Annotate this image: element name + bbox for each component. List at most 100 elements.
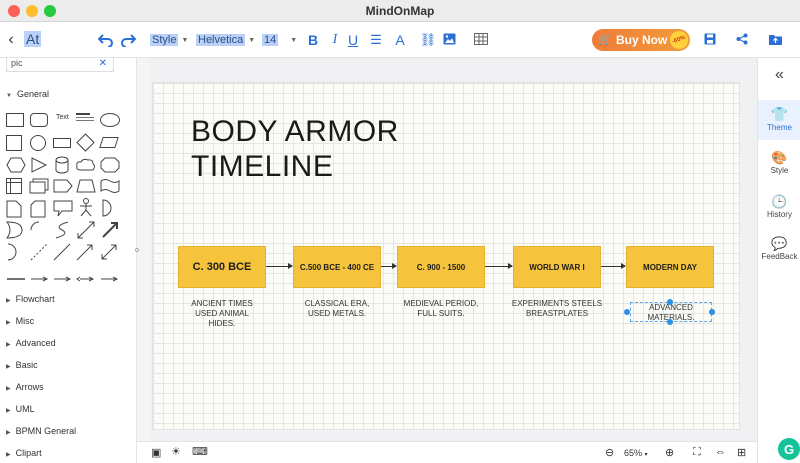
cloud-shape[interactable] [76, 158, 96, 177]
underline-icon[interactable]: U [346, 32, 360, 48]
rounded-rectangle-shape[interactable] [30, 113, 48, 127]
connector-line-2[interactable] [30, 269, 50, 287]
full-width-icon[interactable]: ⇔ [715, 446, 726, 458]
category-arrows[interactable]: ▶ Arrows [6, 382, 44, 392]
tab-feedback[interactable]: 💬 FeedBack [758, 236, 800, 270]
timeline-caption-2[interactable]: CLASSICAL ERA, USED METALS. [283, 299, 391, 319]
category-bpmn-general[interactable]: ▶ BPMN General [6, 426, 76, 436]
font-size-select[interactable]: 14 ▼ [262, 31, 297, 49]
redo-icon[interactable] [120, 31, 136, 49]
arc-shape[interactable] [30, 221, 48, 244]
hexagon-shape[interactable] [6, 157, 26, 178]
save-icon[interactable] [703, 32, 717, 46]
tab-style[interactable]: 🎨 Style [758, 150, 800, 184]
process-shape[interactable] [53, 138, 71, 148]
link-icon[interactable]: ⛓ [420, 32, 437, 48]
resize-handle[interactable] [667, 299, 673, 305]
buy-now-button[interactable]: 🛒 Buy Now -60% [592, 28, 691, 52]
share-icon[interactable] [735, 32, 749, 46]
undo-icon[interactable] [98, 31, 114, 49]
rectangle-shape[interactable] [6, 113, 24, 127]
diamond-shape[interactable] [76, 133, 95, 152]
connector-arrow[interactable] [266, 263, 293, 269]
panel-resize-gutter[interactable] [135, 58, 149, 441]
minimap-icon[interactable]: ▣ [151, 446, 161, 459]
connector-line-1[interactable] [6, 269, 26, 287]
clear-search-icon[interactable]: ✕ [99, 58, 107, 69]
tab-theme[interactable]: 👕 Theme [758, 100, 800, 140]
zoom-level[interactable]: 65% ▾ [624, 448, 648, 458]
line-shape[interactable] [53, 243, 71, 266]
export-folder-icon[interactable] [768, 32, 782, 46]
resize-handle[interactable] [135, 248, 139, 252]
cylinder-shape[interactable] [54, 156, 70, 179]
half-moon-shape[interactable] [6, 243, 24, 266]
connector-line-5[interactable] [100, 269, 120, 287]
quad-arrow-shape[interactable] [100, 220, 120, 245]
internal-storage-shape[interactable] [6, 178, 22, 194]
bidirectional-arrow-shape[interactable] [100, 243, 118, 266]
curly-shape[interactable] [53, 221, 71, 244]
square-shape[interactable] [6, 135, 22, 151]
connector-arrow[interactable] [381, 263, 397, 269]
timeline-caption-4[interactable]: EXPERIMENTS STEELS BREASTPLATES [503, 299, 611, 319]
style-select[interactable]: Style ▼ [150, 31, 188, 49]
shape-search-input[interactable]: pic ✕ [6, 58, 114, 72]
tab-history[interactable]: 🕒 History [758, 194, 800, 228]
connector-arrow[interactable] [485, 263, 513, 269]
resize-handle[interactable] [667, 319, 673, 325]
fullscreen-icon[interactable]: ⊞ [737, 446, 746, 459]
align-icon[interactable]: ☰ [368, 32, 384, 48]
category-flowchart[interactable]: ▶ Flowchart [6, 294, 55, 304]
ellipse-shape[interactable] [100, 113, 120, 127]
document-shape[interactable] [6, 200, 22, 223]
chevron-shape[interactable] [53, 179, 73, 198]
text-shape[interactable]: Text [56, 114, 69, 121]
font-color-icon[interactable]: A [393, 32, 407, 48]
timeline-caption-3[interactable]: MEDIEVAL PERIOD, FULL SUITS. [387, 299, 495, 319]
font-select[interactable]: Helvetica ▼ [196, 31, 255, 49]
triangle-shape[interactable] [30, 157, 48, 178]
timeline-box-2[interactable]: C.500 BCE - 400 CE [293, 246, 381, 288]
image-icon[interactable] [442, 32, 456, 46]
heading-shape[interactable] [76, 113, 94, 125]
timeline-box-1[interactable]: C. 300 BCE [178, 246, 266, 288]
half-circle-shape[interactable] [101, 199, 117, 222]
table-icon[interactable] [472, 32, 490, 46]
resize-handle[interactable] [709, 309, 715, 315]
category-clipart[interactable]: ▶ Clipart [6, 448, 42, 458]
keyboard-icon[interactable]: ⌨ [192, 445, 208, 458]
category-basic[interactable]: ▶ Basic [6, 360, 38, 370]
zoom-in-icon[interactable]: ⊕ [665, 446, 674, 459]
timeline-caption-1[interactable]: ANCIENT TIMES USED ANIMAL HIDES. [178, 299, 266, 329]
connector-arrow[interactable] [601, 263, 626, 269]
bold-icon[interactable]: B [306, 32, 320, 48]
parallelogram-shape[interactable] [99, 137, 119, 148]
circle-shape[interactable] [30, 135, 46, 151]
fit-screen-icon[interactable]: ⛶ [693, 446, 701, 459]
or-gate-shape[interactable] [6, 221, 24, 244]
category-advanced[interactable]: ▶ Advanced [6, 338, 56, 348]
diagram-title[interactable]: BODY ARMOR TIMELINE [191, 114, 451, 184]
back-text[interactable]: At [24, 30, 42, 48]
double-arrow-shape[interactable] [76, 220, 96, 245]
resize-handle[interactable] [624, 309, 630, 315]
back-chevron-icon[interactable]: ‹ [4, 30, 18, 50]
category-general[interactable]: ▼ General [6, 89, 49, 99]
connector-line-3[interactable] [53, 269, 73, 287]
tape-shape[interactable] [100, 179, 120, 198]
collapse-panel-icon[interactable]: « [758, 66, 800, 90]
octagon-shape[interactable] [100, 157, 120, 178]
grammarly-icon[interactable]: G [778, 438, 800, 460]
theme-toggle-icon[interactable]: ☀ [171, 445, 181, 458]
timeline-box-5[interactable]: MODERN DAY [626, 246, 714, 288]
callout-shape[interactable] [53, 200, 73, 223]
card-shape[interactable] [30, 200, 46, 223]
zoom-out-icon[interactable]: ⊖ [605, 446, 614, 459]
category-misc[interactable]: ▶ Misc [6, 316, 34, 326]
multi-document-shape[interactable] [29, 178, 49, 199]
category-uml[interactable]: ▶ UML [6, 404, 35, 414]
timeline-box-3[interactable]: C. 900 - 1500 [397, 246, 485, 288]
dashed-line-shape[interactable] [30, 243, 48, 266]
connector-line-4[interactable] [76, 269, 96, 287]
